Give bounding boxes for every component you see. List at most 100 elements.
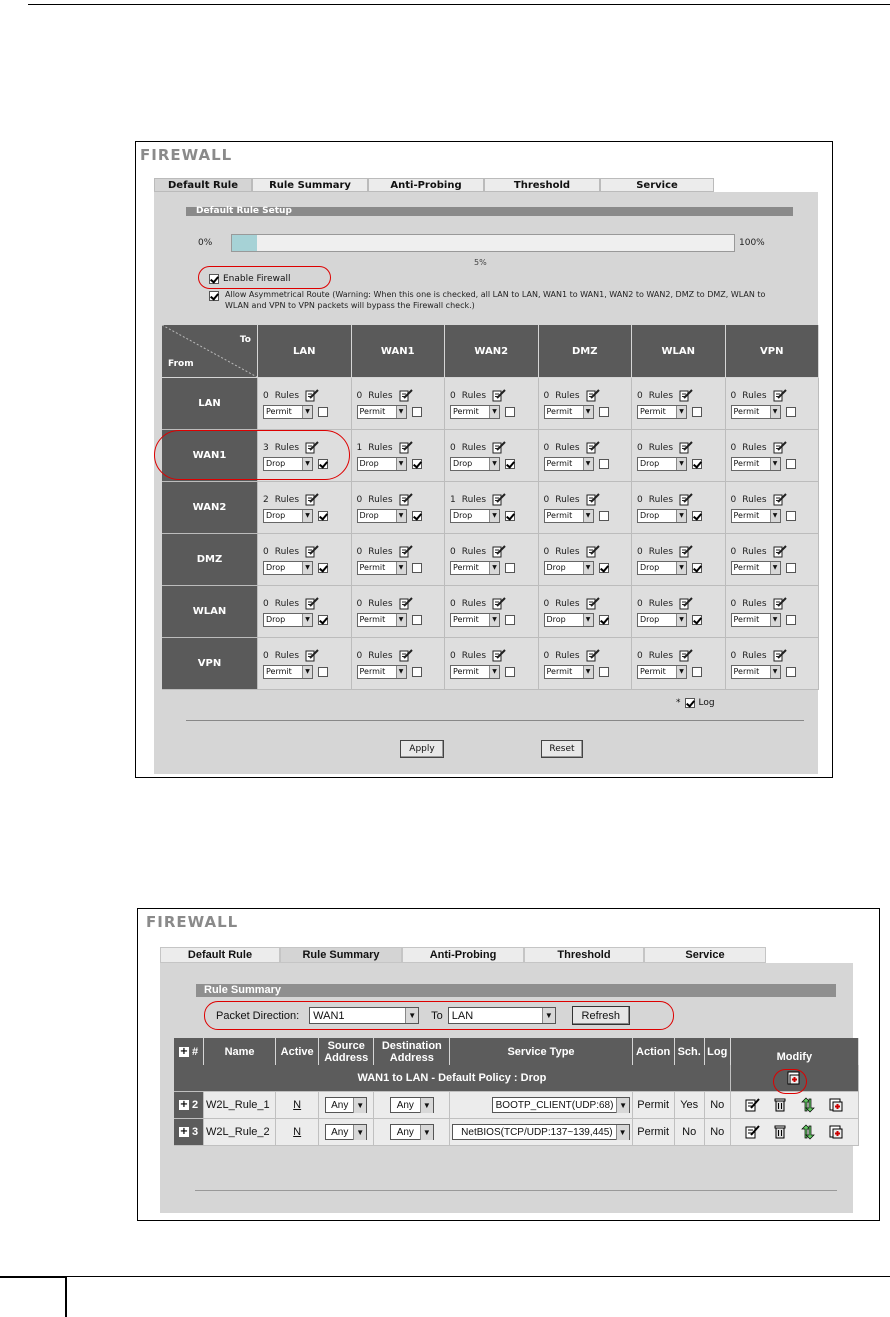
- edit-icon[interactable]: [773, 597, 787, 610]
- action-select[interactable]: Drop ▼: [356, 456, 407, 471]
- action-select[interactable]: Permit ▼: [356, 664, 407, 679]
- action-select[interactable]: Drop ▼: [450, 508, 500, 523]
- log-checkbox[interactable]: [692, 458, 702, 469]
- log-checkbox[interactable]: [411, 458, 422, 469]
- edit-icon[interactable]: [492, 545, 506, 558]
- action-select[interactable]: Permit ▼: [543, 456, 594, 471]
- destination-select[interactable]: Any ▼: [389, 1097, 434, 1113]
- insert-rule-icon[interactable]: [828, 1097, 844, 1113]
- edit-icon[interactable]: [305, 597, 319, 610]
- log-checkbox[interactable]: [692, 614, 702, 625]
- edit-icon[interactable]: [773, 649, 787, 662]
- log-checkbox[interactable]: [785, 666, 796, 677]
- edit-icon[interactable]: [679, 493, 693, 506]
- action-select[interactable]: Drop ▼: [637, 508, 687, 523]
- edit-icon[interactable]: [586, 545, 600, 558]
- edit-icon[interactable]: [399, 597, 413, 610]
- edit-icon[interactable]: [492, 493, 506, 506]
- edit-icon[interactable]: [399, 493, 413, 506]
- edit-icon[interactable]: [773, 389, 787, 402]
- action-select[interactable]: Permit ▼: [263, 404, 313, 419]
- action-select[interactable]: Permit ▼: [356, 404, 407, 419]
- log-checkbox[interactable]: [505, 666, 515, 677]
- log-checkbox[interactable]: [785, 406, 796, 417]
- log-checkbox[interactable]: [598, 510, 609, 521]
- edit-icon[interactable]: [773, 493, 787, 506]
- edit-icon[interactable]: [773, 441, 787, 454]
- action-select[interactable]: Permit ▼: [450, 612, 500, 627]
- log-checkbox[interactable]: [318, 406, 328, 417]
- tab-anti-probing[interactable]: Anti-Probing: [402, 947, 524, 963]
- log-checkbox[interactable]: [505, 458, 515, 469]
- log-checkbox[interactable]: [318, 510, 328, 521]
- log-checkbox[interactable]: [692, 406, 702, 417]
- tab-default-rule[interactable]: Default Rule: [154, 178, 252, 192]
- log-checkbox[interactable]: [598, 614, 609, 625]
- action-select[interactable]: Permit ▼: [450, 664, 500, 679]
- expand-icon[interactable]: +: [178, 1127, 189, 1138]
- log-checkbox[interactable]: [318, 614, 328, 625]
- move-icon[interactable]: [800, 1097, 816, 1113]
- log-checkbox[interactable]: [318, 666, 328, 677]
- action-select[interactable]: Permit ▼: [356, 612, 407, 627]
- expand-icon[interactable]: +: [178, 1100, 189, 1111]
- action-select[interactable]: Permit ▼: [543, 404, 594, 419]
- log-checkbox[interactable]: [692, 510, 702, 521]
- action-select[interactable]: Permit ▼: [730, 612, 781, 627]
- tab-threshold[interactable]: Threshold: [524, 947, 644, 963]
- log-checkbox[interactable]: [598, 406, 609, 417]
- log-checkbox[interactable]: [785, 458, 796, 469]
- log-checkbox[interactable]: [411, 406, 422, 417]
- log-checkbox[interactable]: [598, 562, 609, 573]
- action-select[interactable]: Permit ▼: [730, 560, 781, 575]
- tab-service[interactable]: Service: [600, 178, 714, 192]
- tab-default-rule[interactable]: Default Rule: [160, 947, 280, 963]
- asymmetrical-route-checkbox[interactable]: [209, 291, 219, 301]
- expand-all-icon[interactable]: +: [178, 1046, 189, 1057]
- edit-icon[interactable]: [679, 389, 693, 402]
- log-checkbox[interactable]: [684, 698, 695, 708]
- insert-rule-icon[interactable]: [828, 1124, 844, 1140]
- action-select[interactable]: Permit ▼: [637, 404, 687, 419]
- log-checkbox[interactable]: [318, 562, 328, 573]
- log-checkbox[interactable]: [598, 666, 609, 677]
- action-select[interactable]: Permit ▼: [543, 664, 594, 679]
- log-checkbox[interactable]: [411, 562, 422, 573]
- trash-icon[interactable]: [772, 1097, 788, 1113]
- log-checkbox[interactable]: [692, 666, 702, 677]
- action-select[interactable]: Drop ▼: [637, 456, 687, 471]
- edit-icon[interactable]: [586, 389, 600, 402]
- action-select[interactable]: Drop ▼: [543, 612, 594, 627]
- action-select[interactable]: Drop ▼: [263, 560, 313, 575]
- edit-icon[interactable]: [586, 597, 600, 610]
- edit-icon[interactable]: [586, 493, 600, 506]
- trash-icon[interactable]: [772, 1124, 788, 1140]
- edit-icon[interactable]: [399, 441, 413, 454]
- action-select[interactable]: Permit ▼: [730, 664, 781, 679]
- edit-icon[interactable]: [305, 545, 319, 558]
- source-select[interactable]: Any ▼: [325, 1097, 368, 1113]
- log-checkbox[interactable]: [411, 614, 422, 625]
- tab-service[interactable]: Service: [644, 947, 766, 963]
- active-link[interactable]: N: [293, 1099, 301, 1111]
- action-select[interactable]: Drop ▼: [637, 560, 687, 575]
- destination-select[interactable]: Any ▼: [389, 1124, 434, 1140]
- log-checkbox[interactable]: [505, 562, 515, 573]
- action-select[interactable]: Drop ▼: [356, 508, 407, 523]
- edit-icon[interactable]: [773, 545, 787, 558]
- move-icon[interactable]: [800, 1124, 816, 1140]
- action-select[interactable]: Permit ▼: [730, 404, 781, 419]
- edit-icon[interactable]: [586, 649, 600, 662]
- log-checkbox[interactable]: [785, 510, 796, 521]
- tab-rule-summary[interactable]: Rule Summary: [252, 178, 368, 192]
- action-select[interactable]: Drop ▼: [263, 508, 313, 523]
- edit-icon[interactable]: [679, 441, 693, 454]
- service-select[interactable]: BOOTP_CLIENT(UDP:68) ▼: [491, 1097, 630, 1113]
- edit-icon[interactable]: [679, 545, 693, 558]
- reset-button[interactable]: Reset: [541, 740, 583, 758]
- tab-threshold[interactable]: Threshold: [484, 178, 600, 192]
- log-checkbox[interactable]: [505, 614, 515, 625]
- log-checkbox[interactable]: [505, 406, 515, 417]
- edit-icon[interactable]: [492, 441, 506, 454]
- action-select[interactable]: Permit ▼: [543, 508, 594, 523]
